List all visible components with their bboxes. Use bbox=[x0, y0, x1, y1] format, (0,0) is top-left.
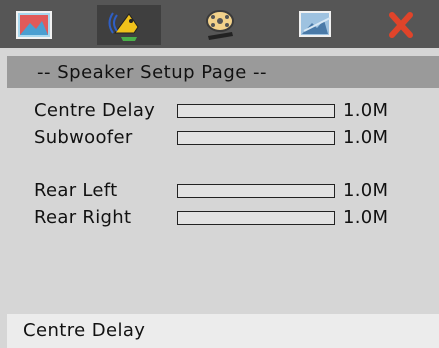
setting-value: 1.0M bbox=[343, 100, 389, 121]
setting-row-centre-delay[interactable]: Centre Delay 1.0M bbox=[7, 100, 439, 126]
setting-level-bar[interactable] bbox=[177, 211, 335, 225]
tab-picture[interactable] bbox=[2, 5, 66, 45]
page-header-band: -- Speaker Setup Page -- bbox=[7, 56, 439, 88]
setting-value: 1.0M bbox=[343, 127, 389, 148]
setting-label: Rear Right bbox=[34, 207, 132, 228]
setting-row-rear-left[interactable]: Rear Left 1.0M bbox=[7, 180, 439, 206]
close-x-icon bbox=[381, 9, 421, 41]
setting-label: Centre Delay bbox=[34, 100, 156, 121]
setting-row-rear-right[interactable]: Rear Right 1.0M bbox=[7, 207, 439, 233]
settings-panel: Centre Delay 1.0M Subwoofer 1.0M Rear Le… bbox=[7, 88, 439, 312]
status-bar: Centre Delay bbox=[7, 314, 439, 348]
tab-image[interactable] bbox=[284, 5, 348, 45]
top-menu-bar bbox=[0, 0, 439, 48]
setting-value: 1.0M bbox=[343, 180, 389, 201]
setting-value: 1.0M bbox=[343, 207, 389, 228]
tab-film[interactable] bbox=[188, 5, 252, 45]
setting-level-bar[interactable] bbox=[177, 104, 335, 118]
film-reel-icon bbox=[198, 7, 242, 43]
setting-row-subwoofer[interactable]: Subwoofer 1.0M bbox=[7, 127, 439, 153]
picture-icon bbox=[14, 9, 54, 41]
setting-level-bar[interactable] bbox=[177, 184, 335, 198]
setting-label: Rear Left bbox=[34, 180, 118, 201]
speaker-icon bbox=[107, 7, 151, 43]
tab-close[interactable] bbox=[369, 5, 433, 45]
image-icon bbox=[294, 7, 338, 43]
setting-level-bar[interactable] bbox=[177, 131, 335, 145]
status-text: Centre Delay bbox=[23, 320, 146, 341]
setting-label: Subwoofer bbox=[34, 127, 133, 148]
page-title: -- Speaker Setup Page -- bbox=[37, 62, 268, 83]
tab-speaker[interactable] bbox=[97, 5, 161, 45]
speaker-setup-screen: -- Speaker Setup Page -- Centre Delay 1.… bbox=[0, 0, 439, 348]
